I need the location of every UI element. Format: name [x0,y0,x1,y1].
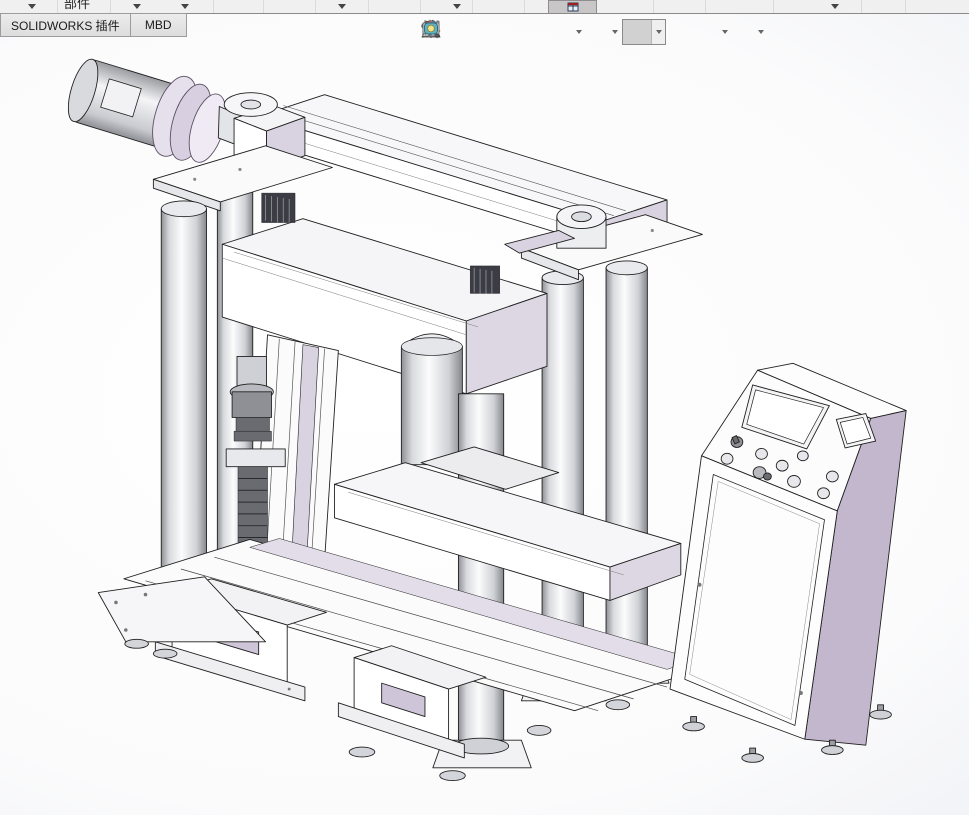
hide-show-items-dropdown[interactable] [651,20,665,44]
chevron-down-icon[interactable] [338,4,346,9]
chevron-down-icon[interactable] [133,4,141,9]
view-settings-group [732,20,768,44]
previous-view-button[interactable] [472,20,496,44]
edit-appearance-button[interactable] [670,20,694,44]
apply-scene-button[interactable] [696,20,720,44]
display-style-button[interactable] [586,20,610,44]
section-view-button[interactable] [498,20,522,44]
chevron-down-icon[interactable] [758,30,764,34]
annotation-views-button[interactable]: A [524,20,548,44]
model-scene [0,13,969,815]
chevron-down-icon[interactable] [722,30,728,34]
separator [263,0,264,13]
separator [524,0,525,13]
separator [905,0,906,13]
separator [653,0,654,13]
chevron-down-icon[interactable] [576,30,582,34]
machine-cylinder-tank [401,334,462,465]
separator [110,0,111,13]
hide-show-items-group [622,19,666,45]
table-icon [567,2,579,12]
view-settings-button[interactable] [732,20,756,44]
graphics-viewport[interactable]: A [0,13,969,815]
ribbon-button-label[interactable]: 部件 [64,0,90,12]
hide-show-items-button[interactable] [623,20,651,44]
separator [472,0,473,13]
view-orientation-group [550,20,586,44]
command-manager-row: 部件 [0,0,969,14]
tab-mbd[interactable]: MBD [131,13,187,37]
chevron-down-icon [656,30,662,34]
tape-measure-icon [420,18,442,40]
chevron-down-icon[interactable] [28,4,36,9]
control-cabinet [670,363,906,762]
separator [57,0,58,13]
view-orientation-button[interactable] [550,20,574,44]
separator [368,0,369,13]
chevron-down-icon[interactable] [453,4,461,9]
chevron-down-icon[interactable] [612,30,618,34]
zoom-to-area-button[interactable] [446,20,470,44]
separator [315,0,316,13]
separator [861,0,862,13]
command-manager-tabs: SOLIDWORKS 插件 MBD [0,13,187,38]
cabinet-door-lock[interactable] [698,583,702,587]
chevron-down-icon[interactable] [181,4,189,9]
machine-column-right-rear [586,261,669,683]
chevron-down-icon[interactable] [831,4,839,9]
separator [773,0,774,13]
tab-solidworks-addins[interactable]: SOLIDWORKS 插件 [0,13,131,37]
separator [705,0,706,13]
table-toggle-button[interactable] [548,0,597,14]
measure-button[interactable] [776,20,800,44]
separator [213,0,214,13]
heads-up-view-toolbar: A [420,18,802,46]
display-style-group [586,20,622,44]
separator [420,0,421,13]
apply-scene-group [696,20,732,44]
